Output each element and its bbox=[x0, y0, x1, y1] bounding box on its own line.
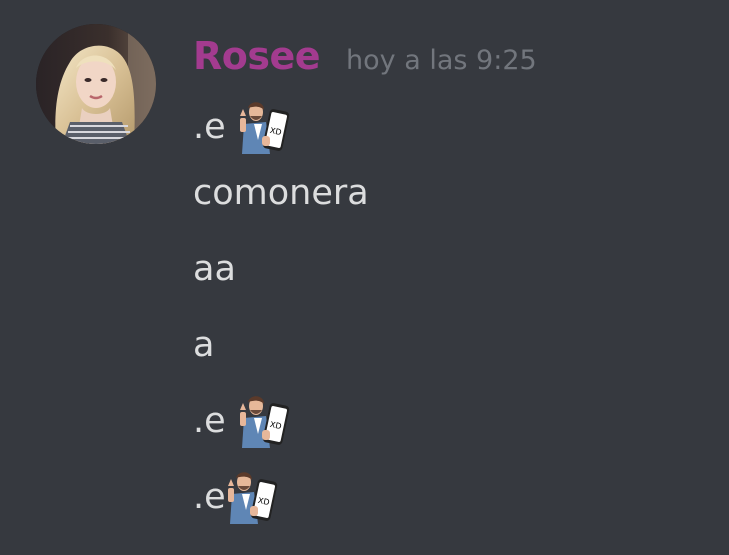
message-text: comonera bbox=[193, 173, 369, 213]
message-item: aa bbox=[193, 244, 236, 294]
message-item: comonera bbox=[193, 168, 369, 218]
user-avatar[interactable] bbox=[36, 24, 156, 144]
xd-phone-guy-emoji[interactable]: XD bbox=[236, 394, 290, 448]
xd-phone-guy-emoji[interactable]: XD bbox=[236, 100, 290, 154]
message-item: .e XD bbox=[193, 100, 290, 154]
message-text: .e bbox=[193, 477, 226, 517]
xd-phone-guy-emoji[interactable]: XD bbox=[224, 470, 278, 524]
message-text: .e bbox=[193, 107, 226, 147]
message-item: .e XD bbox=[193, 394, 290, 448]
chat-message-group: Rosee hoy a las 9:25 .e XD comonera aa a… bbox=[0, 0, 729, 555]
message-header: Rosee hoy a las 9:25 bbox=[193, 34, 537, 82]
username[interactable]: Rosee bbox=[193, 34, 321, 78]
message-item: a bbox=[193, 320, 214, 370]
message-text: .e bbox=[193, 401, 226, 441]
message-text: aa bbox=[193, 249, 236, 289]
message-text: a bbox=[193, 325, 215, 365]
message-timestamp[interactable]: hoy a las 9:25 bbox=[346, 45, 537, 76]
message-item: .e XD bbox=[193, 470, 278, 524]
